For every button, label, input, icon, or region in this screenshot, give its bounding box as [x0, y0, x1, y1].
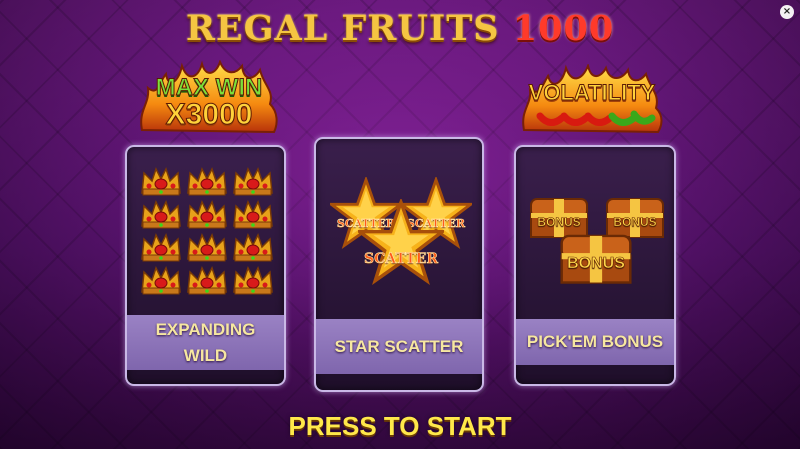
- max-win-value: X3000: [165, 98, 253, 132]
- feature-label-star-scatter: STAR SCATTER: [334, 336, 464, 356]
- scatter-text: SCATTER: [364, 251, 439, 268]
- game-title-number: 1000: [512, 8, 615, 49]
- volatility-badge: VOLATILITY: [518, 64, 666, 136]
- crown-icon: [231, 165, 275, 198]
- chest-icon: BONUS: [558, 231, 634, 285]
- press-to-start-button[interactable]: PRESS TO START: [0, 411, 800, 442]
- crown-icon: [139, 231, 183, 264]
- crown-icon: [185, 165, 229, 198]
- feature-card-expanding-wild[interactable]: EXPANDING WILD: [125, 145, 286, 386]
- feature-label-expanding-wild: EXPANDING WILD: [156, 317, 256, 369]
- feature-label-band: EXPANDING WILD: [127, 315, 284, 370]
- crown-grid: [139, 165, 275, 301]
- crown-icon: [185, 231, 229, 264]
- crown-icon: [231, 231, 275, 264]
- bonus-text: BONUS: [567, 255, 625, 273]
- feature-label-band: STAR SCATTER: [316, 319, 482, 374]
- crown-icon: [139, 165, 183, 198]
- bonus-text: BONUS: [613, 215, 657, 230]
- star-icon: SCATTER: [354, 197, 448, 286]
- volatility-label: VOLATILITY: [528, 80, 656, 106]
- game-title-main: REGAL FRUITS: [185, 8, 500, 49]
- crown-icon: [185, 264, 229, 297]
- feature-label-band: PICK'EM BONUS: [516, 319, 674, 365]
- feature-label-line: EXPANDING: [155, 319, 256, 339]
- feature-label-pickem-bonus: PICK'EM BONUS: [526, 332, 664, 351]
- crown-icon: [231, 264, 275, 297]
- feature-card-pickem-bonus[interactable]: BONUS BONUS BONUS PICK'EM BONUS: [514, 145, 676, 386]
- feature-label-line: WILD: [183, 345, 228, 365]
- star-scatter-symbols: SCATTER SCATTER SCATTER: [316, 175, 482, 287]
- game-title: REGAL FRUITS 1000: [0, 8, 800, 49]
- crown-icon: [231, 198, 275, 231]
- bonus-chest-symbols: BONUS BONUS BONUS: [516, 195, 674, 290]
- bonus-text: BONUS: [537, 215, 581, 230]
- feature-card-star-scatter[interactable]: SCATTER SCATTER SCATTER STAR SCATTER: [314, 137, 484, 392]
- crown-icon: [139, 264, 183, 297]
- crown-icon: [139, 198, 183, 231]
- crown-icon: [185, 198, 229, 231]
- max-win-badge: MAX WIN X3000: [136, 60, 282, 138]
